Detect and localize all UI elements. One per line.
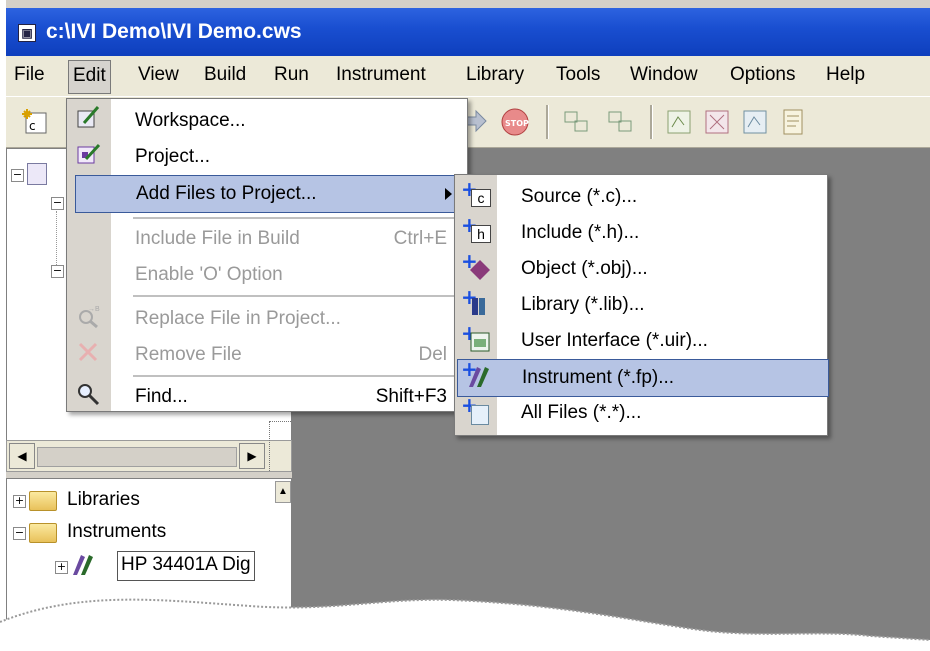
svg-text:→B: →B xyxy=(88,306,100,313)
menu-help[interactable]: Help xyxy=(826,64,865,86)
submenu-item-object[interactable]: Object (*.obj)... xyxy=(497,251,827,287)
edit-dropdown-menu: Workspace... Project... Add Files to Pro… xyxy=(66,98,469,415)
menu-tools[interactable]: Tools xyxy=(556,64,600,86)
scroll-right-arrow-icon[interactable]: ▶ xyxy=(239,443,265,469)
app-icon: ▣ xyxy=(18,24,36,42)
open-folder-icon xyxy=(29,523,57,543)
panel-icon-4[interactable] xyxy=(778,107,808,137)
open-project-icon xyxy=(77,143,101,164)
horizontal-scrollbar[interactable]: ◀ ▶ xyxy=(6,421,292,472)
submenu-item-source[interactable]: Source (*.c)... xyxy=(497,179,827,215)
menu-window[interactable]: Window xyxy=(630,64,698,86)
menu-separator xyxy=(133,217,463,219)
tree-item-libraries[interactable]: + Libraries xyxy=(7,487,267,513)
new-source-icon[interactable]: c xyxy=(20,107,50,137)
tree-label: Instruments xyxy=(67,521,167,542)
submenu-item-user-interface[interactable]: User Interface (*.uir)... xyxy=(497,323,827,359)
submenu-item-library[interactable]: Library (*.lib)... xyxy=(497,287,827,323)
replace-file-icon: →B xyxy=(79,306,100,329)
splitter-handle[interactable] xyxy=(269,421,291,471)
menu-separator xyxy=(133,295,463,297)
tree-collapse-icon[interactable]: − xyxy=(11,169,24,182)
menu-item-workspace[interactable]: Workspace... xyxy=(111,103,467,139)
tree-label: Libraries xyxy=(67,489,140,510)
tree-collapse-icon[interactable]: − xyxy=(51,265,64,278)
svg-text:c: c xyxy=(29,119,36,133)
tree-collapse-icon[interactable]: − xyxy=(51,197,64,210)
title-bar[interactable]: ▣ c:\IVI Demo\IVI Demo.cws xyxy=(6,8,930,56)
submenu-arrow-icon xyxy=(445,188,452,200)
menu-item-replace-file[interactable]: Replace File in Project... xyxy=(111,301,467,337)
menu-item-remove-file[interactable]: Remove File Del xyxy=(111,337,467,373)
folder-icon xyxy=(29,491,57,511)
menu-run[interactable]: Run xyxy=(274,64,309,86)
scroll-left-arrow-icon[interactable]: ◀ xyxy=(9,443,35,469)
torn-edge-decoration xyxy=(0,598,930,651)
panel-icon-1[interactable] xyxy=(664,107,694,137)
submenu-item-instrument[interactable]: Instrument (*.fp)... xyxy=(457,359,829,397)
open-workspace-icon xyxy=(77,106,100,128)
svg-text:STOP: STOP xyxy=(505,119,529,128)
menu-bar: File Edit View Build Run Instrument Libr… xyxy=(6,56,930,96)
menu-file[interactable]: File xyxy=(14,64,45,86)
add-include-icon: + h xyxy=(461,213,491,245)
menu-item-find[interactable]: Find... Shift+F3 xyxy=(111,379,467,415)
add-object-icon: + xyxy=(461,249,491,281)
scroll-up-arrow-icon[interactable]: ▲ xyxy=(275,481,291,503)
menu-item-project[interactable]: Project... xyxy=(111,139,467,175)
menu-edit[interactable]: Edit xyxy=(68,60,111,94)
menu-separator xyxy=(133,375,463,377)
scroll-thumb[interactable] xyxy=(37,447,237,467)
add-uir-icon: + xyxy=(461,321,491,353)
add-all-files-icon: + xyxy=(461,393,491,425)
submenu-item-all-files[interactable]: All Files (*.*)... xyxy=(497,395,827,431)
tile-icon-2[interactable] xyxy=(606,107,636,137)
menu-item-enable-o-option[interactable]: Enable 'O' Option xyxy=(111,257,467,293)
tree-collapse-icon[interactable]: − xyxy=(13,527,26,540)
add-instrument-icon: + xyxy=(461,357,491,389)
menu-library[interactable]: Library xyxy=(466,64,524,86)
menu-view[interactable]: View xyxy=(138,64,179,86)
menu-options[interactable]: Options xyxy=(730,64,795,86)
magnifier-icon xyxy=(78,384,100,406)
tree-expand-icon[interactable]: + xyxy=(13,495,26,508)
menu-instrument[interactable]: Instrument xyxy=(336,64,426,86)
panel-icon-3[interactable] xyxy=(740,107,770,137)
workspace-node-icon xyxy=(27,163,47,185)
tile-icon-1[interactable] xyxy=(562,107,592,137)
tree-item-instruments[interactable]: − Instruments xyxy=(7,519,267,545)
menu-item-add-files[interactable]: Add Files to Project... xyxy=(75,175,469,213)
add-library-icon: + xyxy=(461,285,491,317)
menu-item-include-in-build[interactable]: Include File in Build Ctrl+E xyxy=(111,221,467,257)
window-title: c:\IVI Demo\IVI Demo.cws xyxy=(46,20,302,43)
remove-x-icon xyxy=(78,342,98,362)
add-files-submenu: + c Source (*.c)... + h Include (*.h)...… xyxy=(454,174,829,436)
submenu-item-include[interactable]: Include (*.h)... xyxy=(497,215,827,251)
stop-icon[interactable]: STOP xyxy=(500,107,530,137)
panel-icon-2[interactable] xyxy=(702,107,732,137)
menu-build[interactable]: Build xyxy=(204,64,246,86)
add-source-icon: + c xyxy=(461,177,491,209)
